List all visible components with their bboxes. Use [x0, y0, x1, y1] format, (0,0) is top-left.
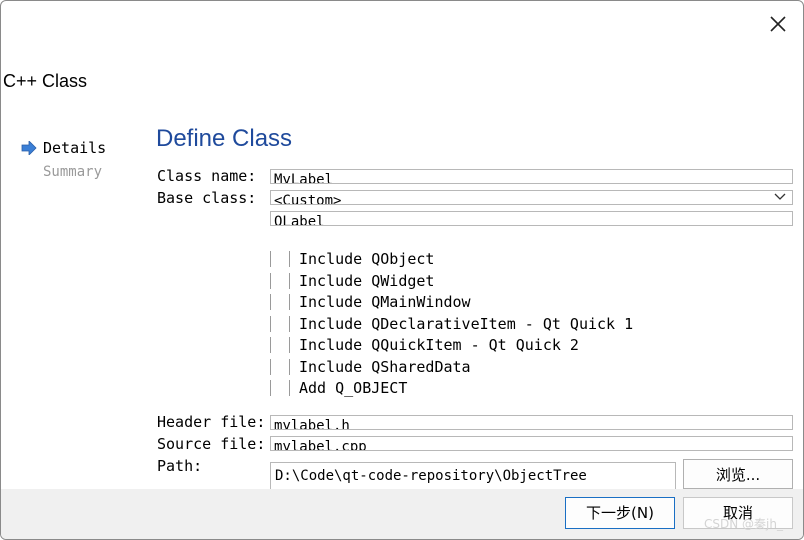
- watermark: CSDN @秦jh_: [704, 517, 783, 531]
- current-step-arrow-icon: [21, 141, 37, 155]
- class-name-input[interactable]: MyLabel: [270, 169, 793, 184]
- chevron-down-icon: [774, 193, 786, 200]
- add-q-object-option[interactable]: Add Q_OBJECT: [270, 379, 407, 397]
- path-label: Path:: [157, 457, 203, 475]
- checkbox[interactable]: [270, 337, 290, 353]
- checkbox-label: Add Q_OBJECT: [299, 379, 408, 397]
- source-file-label: Source file:: [157, 435, 266, 453]
- base-class-selected-value: <Custom>: [274, 193, 342, 205]
- next-button[interactable]: 下一步(N): [565, 497, 675, 529]
- include-qwidget-option[interactable]: Include QWidget: [270, 272, 434, 290]
- include-qdeclarativeitem-option[interactable]: Include QDeclarativeItem - Qt Quick 1: [270, 315, 633, 333]
- checkbox-label: Include QMainWindow: [299, 293, 471, 311]
- include-qshareddata-option[interactable]: Include QSharedData: [270, 358, 471, 376]
- step-details: Details: [43, 139, 107, 157]
- close-icon[interactable]: [763, 9, 793, 39]
- custom-base-class-input[interactable]: QLabel: [270, 211, 793, 226]
- wizard-title: C++ Class: [3, 71, 88, 91]
- class-name-label: Class name:: [157, 167, 257, 185]
- base-class-label: Base class:: [157, 189, 257, 207]
- header-file-input[interactable]: mylabel.h: [270, 415, 793, 430]
- checkbox[interactable]: [270, 251, 290, 267]
- checkbox[interactable]: [270, 380, 290, 396]
- checkbox-label: Include QDeclarativeItem - Qt Quick 1: [299, 315, 634, 333]
- source-file-input[interactable]: mylabel.cpp: [270, 436, 793, 451]
- browse-button[interactable]: 浏览...: [683, 459, 793, 489]
- include-qmainwindow-option[interactable]: Include QMainWindow: [270, 293, 471, 311]
- base-class-select[interactable]: <Custom>: [270, 190, 793, 205]
- checkbox-label: Include QQuickItem - Qt Quick 2: [299, 336, 579, 354]
- path-input[interactable]: D:\Code\qt-code-repository\ObjectTree: [270, 462, 676, 489]
- include-qquickitem-option[interactable]: Include QQuickItem - Qt Quick 2: [270, 336, 579, 354]
- step-summary: Summary: [43, 164, 103, 180]
- header-file-label: Header file:: [157, 413, 266, 431]
- page-heading: Define Class: [156, 125, 293, 152]
- checkbox-label: Include QSharedData: [299, 358, 471, 376]
- checkbox-label: Include QWidget: [299, 272, 435, 290]
- checkbox[interactable]: [270, 316, 290, 332]
- checkbox[interactable]: [270, 294, 290, 310]
- include-qobject-option[interactable]: Include QObject: [270, 250, 434, 268]
- wizard-dialog: C++ Class Details Summary Define Class C…: [0, 0, 804, 540]
- checkbox[interactable]: [270, 359, 290, 375]
- checkbox-label: Include QObject: [299, 250, 435, 268]
- checkbox[interactable]: [270, 273, 290, 289]
